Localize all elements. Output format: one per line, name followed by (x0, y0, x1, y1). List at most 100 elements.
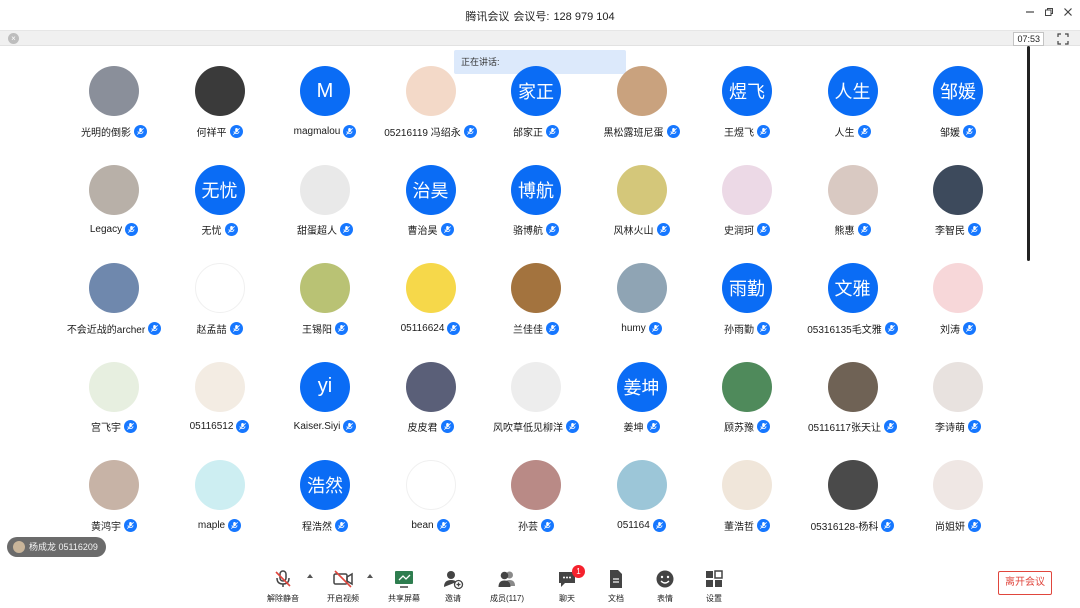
participant-name: 史润珂 (724, 226, 754, 237)
participant-name: 孙雨勤 (724, 324, 754, 336)
participant-tile[interactable]: 雨勤 孙雨勤 (695, 263, 799, 343)
audio-options-caret-icon[interactable] (306, 572, 314, 580)
participant-tile[interactable]: 博航 骆博航 (484, 164, 588, 245)
share-screen-button[interactable]: 共享屏幕 (379, 568, 429, 606)
participant-name: 无忧 (201, 226, 222, 237)
participant-tile[interactable]: 熊惠 (801, 164, 905, 245)
participant-tile[interactable]: 051164 (590, 460, 694, 540)
microphone-icon (335, 518, 348, 532)
participant-name-row: 皮皮君 (379, 419, 483, 435)
microphone-icon (648, 321, 662, 335)
participant-name: 何祥平 (196, 127, 227, 139)
participant-tile[interactable]: 浩然 程浩然 (273, 460, 377, 540)
participant-tile[interactable]: 无忧 无忧 (168, 164, 272, 245)
video-options-caret-icon[interactable] (366, 572, 374, 580)
participant-name-row: 程浩然 (273, 517, 377, 533)
participant-tile[interactable]: Legacy (62, 164, 166, 245)
participant-tile[interactable]: 刘涛 (906, 263, 1010, 343)
docs-button[interactable]: 文档 (591, 568, 641, 606)
close-icon[interactable] (1060, 6, 1076, 22)
participant-tile[interactable]: 05116512 (168, 361, 272, 442)
microphone-icon (124, 420, 137, 433)
participant-tile[interactable]: 史润珂 (695, 164, 799, 245)
participant-name-row: 曹治昊 (379, 222, 483, 238)
avatar-initials: 文雅 (834, 279, 871, 299)
participant-avatar (722, 460, 772, 510)
members-label: 成员(117) (489, 594, 525, 603)
participant-tile[interactable]: 风吹草低见柳洋 (484, 361, 588, 442)
participant-tile[interactable]: 不会近战的archer (62, 263, 166, 343)
participant-tile[interactable]: 李智民 (906, 164, 1010, 245)
participant-tile[interactable]: 董浩哲 (695, 460, 799, 540)
microphone-icon (881, 518, 895, 532)
fullscreen-icon[interactable] (1056, 32, 1070, 46)
restore-icon[interactable] (1041, 6, 1057, 22)
participant-tile[interactable]: 黄鸿宇 (62, 460, 166, 540)
chat-unread-badge: 1 (572, 565, 585, 578)
participant-tile[interactable]: 孙芸 (484, 460, 588, 540)
participant-tile[interactable]: 家正 邰家正 (484, 66, 588, 146)
microphone-icon (343, 124, 357, 138)
settings-button[interactable]: 设置 (689, 568, 739, 606)
participant-tile[interactable]: 05216119 冯绍永 (379, 66, 483, 146)
participant-name-row: 05316135毛文雅 (801, 320, 905, 336)
participant-tile[interactable]: 兰佳佳 (484, 263, 588, 343)
participant-tile[interactable]: 光明的倒影 (62, 66, 166, 146)
participant-tile[interactable]: 邹媛 邹媛 (906, 66, 1010, 146)
toast-avatar (13, 541, 25, 553)
dismiss-icon[interactable]: × (8, 33, 19, 44)
participant-tile[interactable]: 甜蛋超人 (273, 164, 377, 245)
chat-button[interactable]: 1 聊天 (542, 565, 592, 606)
participant-avatar (89, 66, 139, 116)
avatar-initials: 人生 (834, 82, 871, 102)
microphone-icon (757, 223, 770, 236)
participant-name-row: 史润珂 (695, 222, 799, 238)
participant-tile[interactable]: 李诗萌 (906, 361, 1010, 442)
participant-tile[interactable]: Mmagmalou (273, 66, 377, 146)
participant-tile[interactable]: 何祥平 (168, 66, 272, 146)
participant-tile[interactable]: 05116624 (379, 263, 483, 343)
avatar-initials: 家正 (518, 82, 554, 102)
participant-avatar (511, 361, 561, 412)
participant-tile[interactable]: 05116117张天让 (801, 361, 905, 442)
participant-tile[interactable]: 尚姐妍 (906, 460, 1010, 540)
participant-tile[interactable]: 治昊 曹治昊 (379, 164, 483, 245)
participant-tile[interactable]: 文雅 05316135毛文雅 (801, 263, 905, 343)
minimize-icon[interactable] (1022, 6, 1038, 22)
participant-tile[interactable]: yi Kaiser.Siyi (273, 361, 377, 442)
participant-avatar (405, 460, 456, 510)
participant-tile[interactable]: 煜飞 王煜飞 (695, 66, 799, 146)
participant-avatar (194, 66, 245, 116)
reactions-button[interactable]: 表情 (640, 568, 690, 606)
participant-tile[interactable]: 风林火山 (590, 164, 694, 245)
participant-tile[interactable]: 姜坤 姜坤 (590, 361, 694, 442)
participant-tile[interactable]: 王锡阳 (273, 263, 377, 343)
participant-name: 董浩哲 (724, 521, 754, 533)
start-video-button[interactable]: 开启视频 (318, 568, 368, 606)
participant-avatar (722, 164, 772, 215)
meeting-window: 腾讯会议 会议号: 128 979 104 × 07:53 正在讲话: 光明的倒影何… (0, 0, 1080, 608)
participant-tile[interactable]: 顾苏豫 (695, 361, 799, 442)
participant-tile[interactable]: maple (168, 460, 272, 540)
microphone-icon (968, 420, 981, 433)
unmute-button[interactable]: 解除静音 (258, 568, 308, 606)
participant-tile[interactable]: 赵孟喆 (168, 263, 272, 343)
meeting-info-bar: × 07:53 (0, 30, 1080, 46)
participant-name-row: 甜蛋超人 (273, 222, 377, 238)
invite-button[interactable]: 邀请 (428, 568, 478, 606)
participant-name-row: 尚姐妍 (906, 517, 1010, 533)
scrollbar[interactable] (1027, 46, 1030, 261)
participant-tile[interactable]: bean (379, 460, 483, 540)
participant-tile[interactable]: 皮皮君 (379, 361, 483, 442)
participant-tile[interactable]: 黑松露班尼蛋 (590, 66, 694, 146)
microphone-icon (546, 321, 559, 335)
participant-avatar (300, 164, 350, 215)
participant-name-row: 无忧 (168, 222, 272, 238)
participant-tile[interactable]: 05316128-杨科 (801, 460, 905, 540)
window-title: 腾讯会议 会议号: 128 979 104 (0, 8, 1080, 24)
members-button[interactable]: 成员(117) (482, 568, 532, 606)
participant-tile[interactable]: humy (590, 263, 694, 343)
participant-tile[interactable]: 人生 人生 (801, 66, 905, 146)
leave-meeting-button[interactable]: 离开会议 (998, 571, 1052, 595)
participant-tile[interactable]: 宫飞宇 (62, 361, 166, 442)
